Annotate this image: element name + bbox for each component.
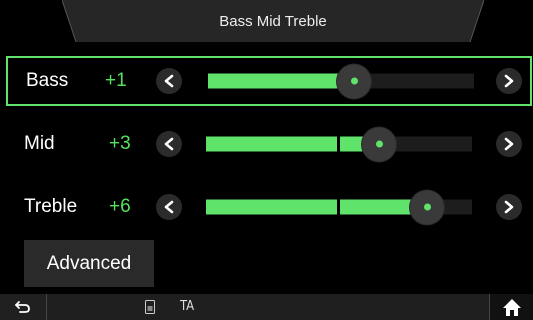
title-tab: Bass Mid Treble	[62, 0, 484, 42]
chevron-left-icon	[164, 137, 174, 151]
treble-slider[interactable]	[206, 190, 472, 224]
home-icon	[502, 299, 521, 316]
chevron-right-icon	[504, 137, 514, 151]
treble-slider-fill	[206, 199, 427, 215]
chevron-right-icon	[504, 74, 514, 88]
bass-slider-knob[interactable]	[337, 64, 371, 98]
bass-decrease-button[interactable]	[156, 68, 182, 94]
home-button[interactable]	[490, 294, 533, 320]
mid-decrease-button[interactable]	[156, 131, 182, 157]
bass-label: Bass	[26, 70, 69, 91]
bottom-bar: TA	[0, 294, 533, 320]
sd-card-icon	[145, 300, 155, 314]
bass-increase-button[interactable]	[496, 68, 522, 94]
mid-slider[interactable]	[206, 127, 472, 161]
back-button[interactable]	[0, 294, 46, 320]
bar-divider-left	[46, 294, 47, 320]
back-arrow-icon	[15, 301, 30, 313]
mid-slider-knob[interactable]	[362, 127, 396, 161]
treble-slider-knob[interactable]	[410, 190, 444, 224]
treble-increase-button[interactable]	[496, 194, 522, 220]
advanced-button[interactable]: Advanced	[24, 240, 154, 287]
treble-decrease-button[interactable]	[156, 194, 182, 220]
mid-row[interactable]: Mid +3	[6, 119, 532, 169]
chevron-left-icon	[164, 200, 174, 214]
chevron-left-icon	[164, 74, 174, 88]
bass-value: +1	[105, 70, 127, 91]
treble-value: +6	[109, 196, 131, 217]
mid-value: +3	[109, 133, 131, 154]
ta-indicator: TA	[180, 299, 195, 314]
chevron-right-icon	[504, 200, 514, 214]
mid-increase-button[interactable]	[496, 131, 522, 157]
treble-row[interactable]: Treble +6	[6, 182, 532, 232]
treble-slider-center-tick	[337, 199, 340, 215]
mid-slider-center-tick	[337, 136, 340, 152]
header: Bass Mid Treble	[0, 0, 533, 44]
bass-slider[interactable]	[208, 64, 474, 98]
mid-label: Mid	[24, 133, 55, 154]
mid-slider-fill	[206, 136, 379, 152]
page-title: Bass Mid Treble	[219, 13, 327, 30]
bass-row[interactable]: Bass +1	[6, 56, 532, 106]
bass-slider-fill	[208, 73, 354, 89]
treble-label: Treble	[24, 196, 78, 217]
